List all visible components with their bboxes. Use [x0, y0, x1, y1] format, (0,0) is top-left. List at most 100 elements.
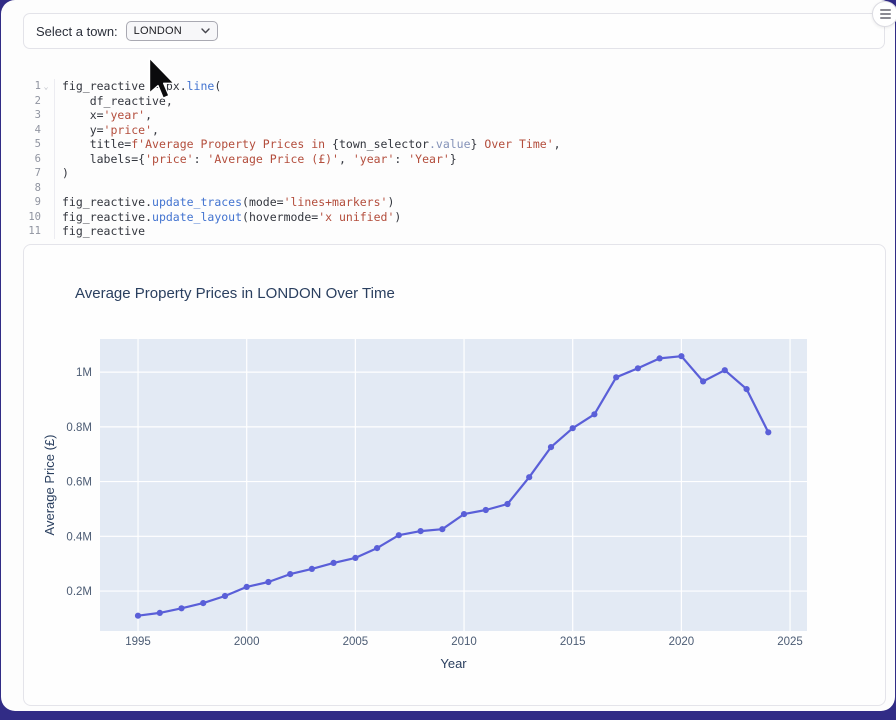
data-point-marker: [331, 560, 337, 566]
data-point-marker: [678, 353, 684, 359]
chevron-down-icon: [201, 28, 210, 34]
code-line: 3 x='year',: [15, 108, 875, 123]
data-point-marker: [135, 613, 141, 619]
code-line: 11 fig_reactive: [15, 224, 875, 239]
line-number: 10: [15, 210, 41, 225]
x-tick-label: 1995: [125, 636, 151, 648]
data-point-marker: [700, 378, 706, 384]
town-selector-label: Select a town:: [36, 24, 118, 39]
x-tick-label: 2025: [777, 636, 803, 648]
y-tick-label: 0.6M: [66, 477, 92, 489]
y-tick-label: 1M: [76, 367, 92, 379]
y-tick-label: 0.4M: [66, 531, 92, 543]
data-point-marker: [570, 425, 576, 431]
x-tick-label: 2000: [234, 636, 260, 648]
town-dropdown[interactable]: LONDON: [126, 21, 218, 41]
line-number: 7: [15, 166, 41, 181]
x-tick-label: 2020: [669, 636, 695, 648]
y-axis-title: Average Price (£): [42, 435, 57, 536]
data-point-marker: [744, 386, 750, 392]
marimo-notebook-viewport: Select a town: LONDON 1⌄fig_reactive = p…: [0, 0, 896, 720]
code-line: 2 df_reactive,: [15, 94, 875, 109]
fold-spacer: [41, 123, 51, 138]
code-text: labels={'price': 'Average Price (£)', 'y…: [54, 152, 457, 167]
x-tick-label: 2015: [560, 636, 586, 648]
y-tick-label: 0.2M: [66, 586, 92, 598]
fold-spacer: [41, 224, 51, 239]
line-number: 5: [15, 137, 41, 152]
data-point-marker: [374, 545, 380, 551]
code-line: 8: [15, 181, 875, 196]
code-text: fig_reactive.update_layout(hovermode='x …: [54, 210, 401, 225]
code-text: fig_reactive = px.line(: [54, 79, 221, 94]
fold-spacer: [41, 181, 51, 196]
data-point-marker: [526, 474, 532, 480]
data-point-marker: [200, 600, 206, 606]
fold-toggle-icon[interactable]: ⌄: [41, 79, 51, 94]
plotly-chart-output: 1995 2000 2005 2010 2015 2020 2025 0.2M 0.4M 0.6M…: [23, 244, 886, 706]
data-point-marker: [548, 444, 554, 450]
code-text: y='price',: [54, 123, 159, 138]
line-number: 2: [15, 94, 41, 109]
town-dropdown-value: LONDON: [134, 25, 182, 37]
code-line: 7): [15, 166, 875, 181]
line-number: 9: [15, 195, 41, 210]
data-point-marker: [287, 571, 293, 577]
line-number: 8: [15, 181, 41, 196]
data-point-marker: [244, 584, 250, 590]
data-point-marker: [461, 511, 467, 517]
fold-spacer: [41, 137, 51, 152]
fold-spacer: [41, 152, 51, 167]
data-point-marker: [635, 365, 641, 371]
hamburger-icon: [880, 9, 891, 19]
line-number: 3: [15, 108, 41, 123]
data-point-marker: [504, 501, 510, 507]
x-tick-label: 2005: [343, 636, 369, 648]
fold-spacer: [41, 195, 51, 210]
data-point-marker: [352, 555, 358, 561]
code-line: 5 title=f'Average Property Prices in {to…: [15, 137, 875, 152]
data-point-marker: [222, 593, 228, 599]
line-number: 1: [15, 79, 41, 94]
data-point-marker: [418, 528, 424, 534]
data-point-marker: [657, 355, 663, 361]
code-line: 4 y='price',: [15, 123, 875, 138]
code-text: [54, 181, 62, 196]
fold-spacer: [41, 166, 51, 181]
line-number: 4: [15, 123, 41, 138]
x-axis-title: Year: [440, 656, 467, 671]
code-line: 9 fig_reactive.update_traces(mode='lines+…: [15, 195, 875, 210]
data-point-marker: [309, 566, 315, 572]
code-text: title=f'Average Property Prices in {town…: [54, 137, 561, 152]
data-point-marker: [439, 526, 445, 532]
code-editor[interactable]: 1⌄fig_reactive = px.line(2 df_reactive,3…: [15, 79, 875, 239]
fold-spacer: [41, 94, 51, 109]
code-line: 6 labels={'price': 'Average Price (£)', …: [15, 152, 875, 167]
code-text: fig_reactive.update_traces(mode='lines+m…: [54, 195, 394, 210]
data-point-marker: [591, 411, 597, 417]
code-line: 10 fig_reactive.update_layout(hovermode='…: [15, 210, 875, 225]
x-tick-label: 2010: [451, 636, 477, 648]
fold-spacer: [41, 108, 51, 123]
code-text: x='year',: [54, 108, 152, 123]
notebook-menu-button[interactable]: [872, 1, 896, 27]
data-point-marker: [396, 532, 402, 538]
notebook-card: Select a town: LONDON 1⌄fig_reactive = p…: [1, 0, 895, 711]
fold-spacer: [41, 210, 51, 225]
data-point-marker: [765, 429, 771, 435]
line-number: 11: [15, 224, 41, 239]
chart-title: Average Property Prices in LONDON Over T…: [75, 285, 395, 302]
data-point-marker: [178, 605, 184, 611]
line-number: 6: [15, 152, 41, 167]
y-tick-label: 0.8M: [66, 422, 92, 434]
code-text: ): [54, 166, 69, 181]
code-text: fig_reactive: [54, 224, 145, 239]
data-point-marker: [157, 610, 163, 616]
code-text: df_reactive,: [54, 94, 173, 109]
data-point-marker: [483, 507, 489, 513]
data-point-marker: [265, 579, 271, 585]
data-point-marker: [722, 367, 728, 373]
town-selector-cell-output: Select a town: LONDON: [23, 13, 885, 49]
data-point-marker: [613, 374, 619, 380]
price-line-chart[interactable]: 1995 2000 2005 2010 2015 2020 2025 0.2M 0.4M 0.6M…: [24, 245, 883, 703]
